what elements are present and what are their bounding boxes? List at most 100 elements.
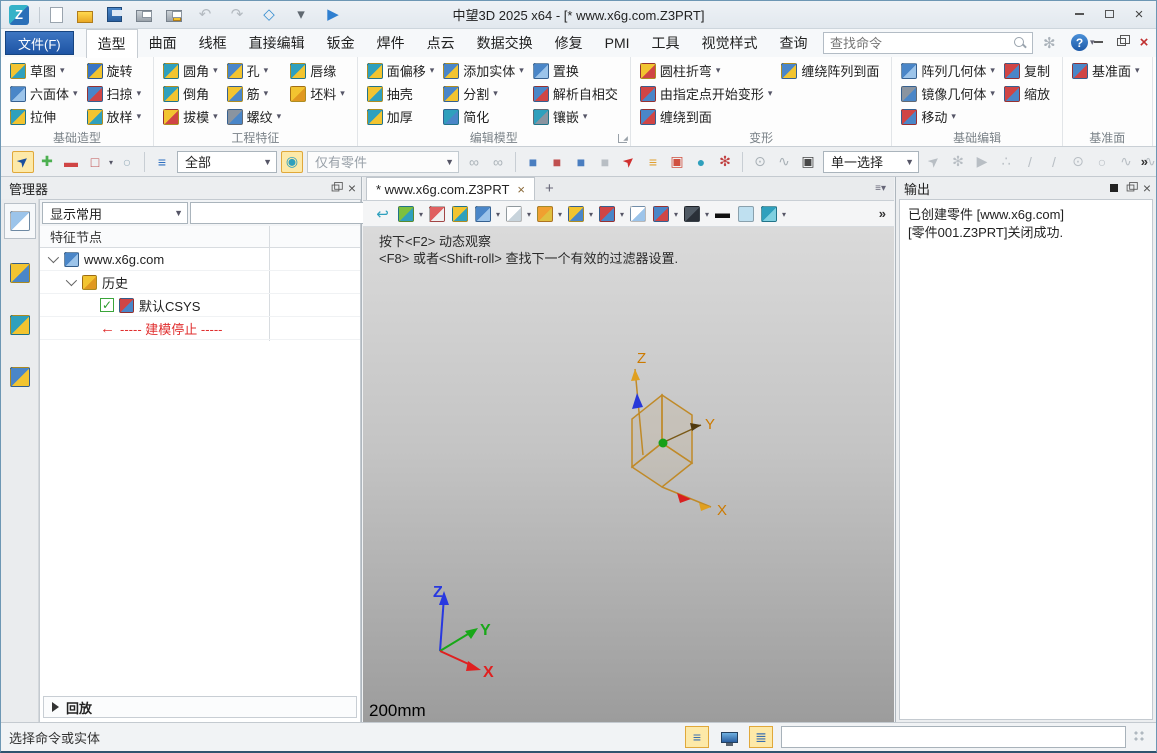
- ribbon-button[interactable]: 镜像几何体▾: [898, 82, 1001, 105]
- save-icon[interactable]: [107, 7, 122, 22]
- ribbon-button[interactable]: 拉伸: [7, 105, 84, 128]
- line-b-icon[interactable]: /: [1043, 151, 1065, 173]
- app-logo-icon[interactable]: Z: [9, 5, 29, 25]
- part-only-combo[interactable]: 仅有零件▼: [307, 151, 459, 173]
- minimize-button[interactable]: [1068, 5, 1090, 23]
- ribbon-button[interactable]: 拔模▾: [160, 105, 224, 128]
- output-pin-icon[interactable]: [1110, 184, 1118, 192]
- black-dash-icon[interactable]: ▬: [712, 203, 733, 225]
- visual-manager-tab[interactable]: [4, 255, 36, 291]
- manager-close-button[interactable]: ×: [348, 180, 356, 196]
- tree-expander-icon[interactable]: [48, 252, 59, 263]
- menu-tab-造型[interactable]: 造型: [86, 29, 138, 58]
- play-circle-icon[interactable]: ▶: [971, 151, 993, 173]
- monitor-display-icon[interactable]: ▾: [681, 203, 702, 225]
- pick-sheet-icon[interactable]: ■: [594, 151, 616, 173]
- ribbon-button[interactable]: 唇缘: [287, 59, 351, 82]
- menu-tab-修复[interactable]: 修复: [544, 29, 594, 57]
- redo-icon[interactable]: ↷: [228, 6, 246, 24]
- ribbon-button[interactable]: 置换: [530, 59, 624, 82]
- menu-tab-线框[interactable]: 线框: [188, 29, 238, 57]
- ribbon-button[interactable]: 由指定点开始变形▾: [637, 82, 779, 105]
- ribbon-button[interactable]: 抽壳: [364, 82, 441, 105]
- cursor-gear-icon[interactable]: ✻: [947, 151, 969, 173]
- compass-icon[interactable]: ⊙: [749, 151, 771, 173]
- manager-tree-tab[interactable]: [4, 203, 36, 239]
- ribbon-button[interactable]: 添加实体▾: [440, 59, 530, 82]
- surface-display-icon[interactable]: ▾: [758, 203, 779, 225]
- toolbar-overflow-icon[interactable]: »: [1141, 154, 1148, 169]
- ring-icon[interactable]: ▾: [565, 203, 586, 225]
- red-cursor-icon[interactable]: ➤: [618, 151, 640, 173]
- ribbon-button[interactable]: 加厚: [364, 105, 441, 128]
- ribbon-button[interactable]: 面偏移▾: [364, 59, 441, 82]
- relation-a-icon[interactable]: ∞: [463, 151, 485, 173]
- ribbon-button[interactable]: 螺纹▾: [224, 105, 288, 128]
- ribbon-button[interactable]: 孔▾: [224, 59, 288, 82]
- viewport-toolbar-overflow-icon[interactable]: »: [879, 206, 886, 221]
- resize-grip[interactable]: [1134, 731, 1146, 743]
- menu-tab-曲面[interactable]: 曲面: [138, 29, 188, 57]
- layer-list-icon[interactable]: ≡: [642, 151, 664, 173]
- ribbon-button[interactable]: 分割▾: [440, 82, 530, 105]
- pick-solid-icon[interactable]: ■: [522, 151, 544, 173]
- maximize-button[interactable]: [1098, 5, 1120, 23]
- curve-icon[interactable]: ∿: [773, 151, 795, 173]
- ribbon-button[interactable]: 坯料▾: [287, 82, 351, 105]
- ribbon-button[interactable]: 简化: [440, 105, 530, 128]
- command-search-input[interactable]: [824, 36, 1013, 51]
- ribbon-button[interactable]: 缠绕阵列到面: [778, 59, 885, 82]
- regen-icon[interactable]: ◇: [260, 6, 278, 24]
- file-menu-button[interactable]: 文件(F): [5, 31, 74, 55]
- lasso-icon[interactable]: ○: [116, 151, 138, 173]
- qat-dropdown-icon[interactable]: ▾: [292, 6, 310, 24]
- open-file-icon[interactable]: [77, 11, 93, 23]
- ribbon-button[interactable]: 阵列几何体▾: [898, 59, 1001, 82]
- circle-icon[interactable]: ○: [1091, 151, 1113, 173]
- tree-expander-icon[interactable]: [66, 275, 77, 286]
- gear-red-icon[interactable]: ✻: [714, 151, 736, 173]
- tree-column-header[interactable]: 特征节点: [40, 226, 360, 248]
- circle-dot-icon[interactable]: ⊙: [1067, 151, 1089, 173]
- doc-restore-button[interactable]: [1113, 34, 1129, 50]
- new-file-icon[interactable]: [50, 7, 63, 23]
- tree-filter-input[interactable]: [190, 202, 369, 224]
- ribbon-button[interactable]: 倒角: [160, 82, 224, 105]
- folder-manager-icon[interactable]: ▣: [666, 151, 688, 173]
- menu-tab-点云[interactable]: 点云: [416, 29, 466, 57]
- tree-item[interactable]: www.x6g.com: [40, 248, 360, 271]
- exit-icon[interactable]: ↩: [372, 203, 393, 225]
- ribbon-button[interactable]: 解析自相交: [530, 82, 624, 105]
- add-selection-icon[interactable]: ✚: [36, 151, 58, 173]
- ribbon-button[interactable]: 圆角▾: [160, 59, 224, 82]
- new-tab-button[interactable]: +: [535, 177, 564, 200]
- globe-icon[interactable]: ●: [690, 151, 712, 173]
- status-input[interactable]: [781, 726, 1126, 748]
- output-restore-button[interactable]: [1126, 185, 1134, 192]
- output-close-button[interactable]: ×: [1143, 180, 1151, 196]
- playback-section[interactable]: 回放: [43, 696, 357, 718]
- wireframe-cube-icon[interactable]: ▾: [503, 203, 524, 225]
- pick-highlight-icon[interactable]: ◉: [281, 151, 303, 173]
- remove-selection-icon[interactable]: ▬: [60, 151, 82, 173]
- menu-tab-查询[interactable]: 查询: [769, 29, 819, 57]
- tree-item[interactable]: ✓默认CSYS: [40, 294, 360, 317]
- manager-restore-button[interactable]: [331, 185, 339, 192]
- menu-tab-钣金[interactable]: 钣金: [316, 29, 366, 57]
- filter-colorbars-icon[interactable]: ≡: [151, 151, 173, 173]
- ribbon-button[interactable]: 移动▾: [898, 105, 1001, 128]
- ribbon-button[interactable]: 筋▾: [224, 82, 288, 105]
- dimension-icon[interactable]: ▾: [650, 203, 671, 225]
- close-button[interactable]: ×: [1128, 5, 1150, 23]
- graphics-canvas[interactable]: 按下<F2> 动态观察 <F8> 或者<Shift-roll> 查找下一个有效的…: [363, 227, 894, 723]
- wave-a-icon[interactable]: ∿: [1115, 151, 1137, 173]
- dialog-launcher-icon[interactable]: [618, 134, 627, 143]
- ribbon-button[interactable]: 镶嵌▾: [530, 105, 624, 128]
- menu-tab-直接编辑[interactable]: 直接编辑: [238, 29, 316, 57]
- ribbon-button[interactable]: 圆柱折弯▾: [637, 59, 779, 82]
- role-tab[interactable]: [4, 359, 36, 395]
- window-icon[interactable]: [627, 203, 648, 225]
- ribbon-button[interactable]: 草图▾: [7, 59, 84, 82]
- blue-square-icon[interactable]: [735, 203, 756, 225]
- pick-edge-icon[interactable]: ■: [570, 151, 592, 173]
